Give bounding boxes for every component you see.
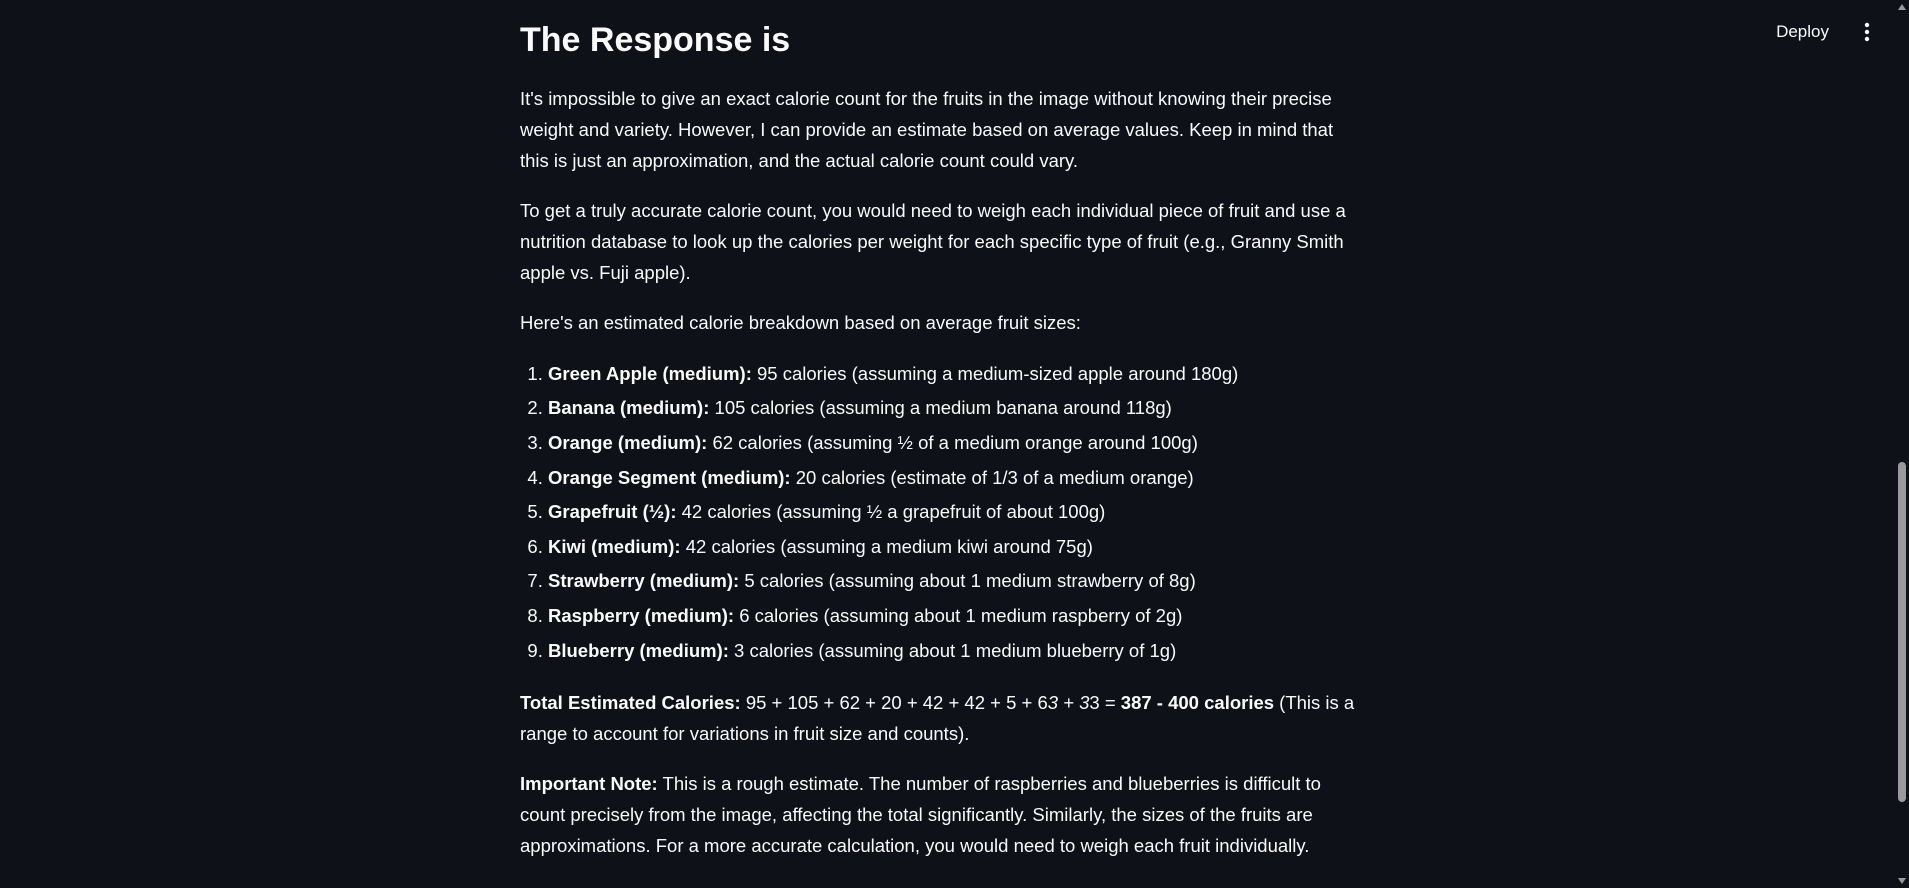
accuracy-paragraph: To get a truly accurate calorie count, y… (520, 199, 1346, 283)
list-item: Strawberry (medium): 5 calories (assumin… (548, 564, 1360, 599)
main-menu-button[interactable] (1853, 18, 1881, 46)
list-item: Green Apple (medium): 95 calories (assum… (548, 357, 1360, 392)
intro-paragraph: It's impossible to give an exact calorie… (520, 87, 1334, 171)
main-content: The Response is It's impossible to give … (520, 14, 1360, 880)
list-item: Blueberry (medium): 3 calories (assuming… (548, 634, 1360, 669)
list-item: Raspberry (medium): 6 calories (assuming… (548, 599, 1360, 634)
calorie-list: Green Apple (medium): 95 calories (assum… (520, 357, 1360, 668)
vertical-ellipsis-icon (1864, 22, 1870, 42)
scroll-up-icon[interactable] (1898, 4, 1906, 10)
vertical-scrollbar[interactable] (1895, 0, 1909, 888)
breakdown-intro: Here's an estimated calorie breakdown ba… (520, 311, 1081, 333)
important-note: Important Note: This is a rough estimate… (520, 773, 1321, 857)
total-calories: Total Estimated Calories: 95 + 105 + 62 … (520, 692, 1355, 745)
page-title: The Response is (520, 21, 791, 59)
deploy-button[interactable]: Deploy (1770, 18, 1835, 46)
header-toolbar: Deploy (1770, 18, 1881, 46)
list-item: Kiwi (medium): 42 calories (assuming a m… (548, 530, 1360, 565)
list-item: Orange (medium): 62 calories (assuming ½… (548, 426, 1360, 461)
list-item: Orange Segment (medium): 20 calories (es… (548, 461, 1360, 496)
list-item: Banana (medium): 105 calories (assuming … (548, 391, 1360, 426)
app-window: Deploy The Response is It's impossible t… (0, 0, 1909, 888)
scrollbar-thumb[interactable] (1898, 462, 1906, 802)
scroll-down-icon[interactable] (1898, 878, 1906, 884)
list-item: Grapefruit (½): 42 calories (assuming ½ … (548, 495, 1360, 530)
